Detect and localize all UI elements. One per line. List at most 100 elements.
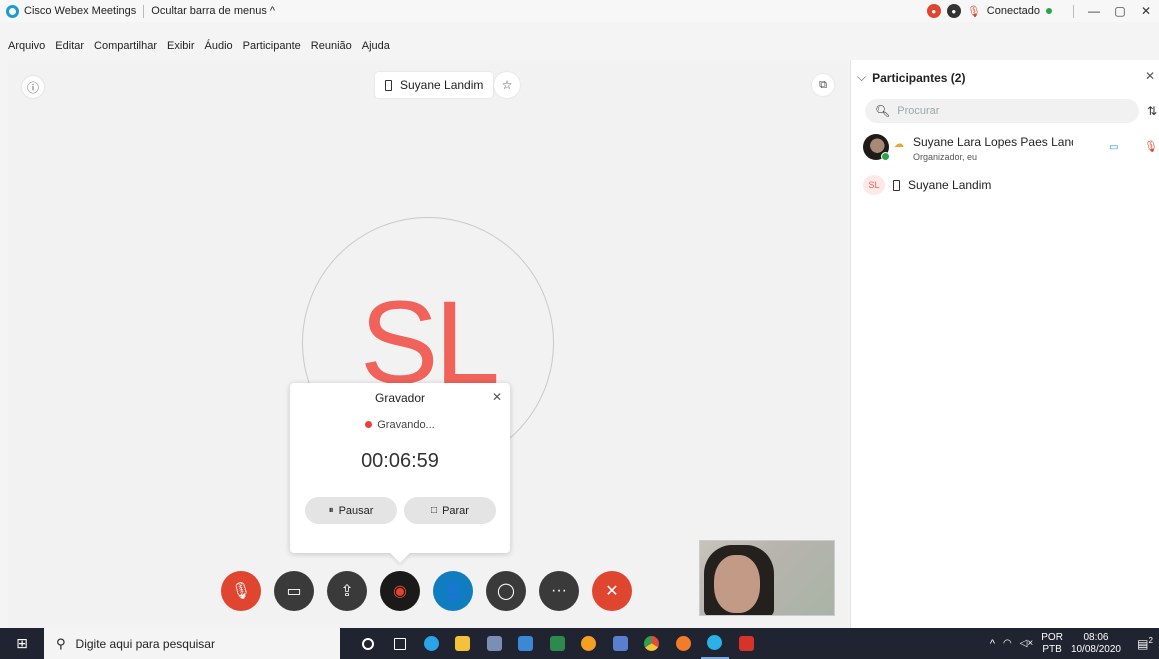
clock[interactable]: 08:06 10/08/2020: [1071, 632, 1121, 656]
participant-search-input[interactable]: 🔍︎ Procurar: [865, 99, 1139, 123]
hide-menu-bar-label: Ocultar barra de menus: [151, 5, 267, 17]
chat-button[interactable]: ◯: [486, 571, 526, 611]
close-window-button[interactable]: ✕: [1133, 4, 1159, 18]
notifications-button[interactable]: ▤2: [1131, 636, 1159, 651]
search-placeholder: Procurar: [897, 105, 940, 117]
hide-menu-bar-button[interactable]: Ocultar barra de menus ^: [151, 5, 275, 17]
chat-icon: ◯: [497, 583, 515, 600]
self-view-video[interactable]: [699, 540, 835, 616]
leave-meeting-button[interactable]: ✕: [592, 571, 632, 611]
pause-recording-button[interactable]: ⏸ Pausar: [305, 497, 397, 524]
edge-icon[interactable]: [417, 628, 445, 659]
share-button[interactable]: ⇪: [327, 571, 367, 611]
recording-status-label: Gravando...: [377, 419, 435, 431]
chrome-icon[interactable]: [638, 628, 666, 659]
participants-button[interactable]: 👤: [433, 571, 473, 611]
start-button[interactable]: ⊞: [0, 628, 44, 659]
cortana-icon[interactable]: [354, 628, 382, 659]
record-button[interactable]: ◉: [380, 571, 420, 611]
menu-arquivo[interactable]: Arquivo: [8, 40, 45, 52]
menu-compartilhar[interactable]: Compartilhar: [94, 40, 157, 52]
layout-button[interactable]: ⧉: [812, 74, 834, 96]
language-code: POR: [1041, 631, 1063, 643]
participant-row[interactable]: SL Suyane Landim: [863, 175, 991, 195]
meeting-controls: 🎙 ▭ ⇪ ◉ 👤 ◯ ··· ✕: [221, 571, 645, 611]
minimize-button[interactable]: —: [1081, 4, 1107, 18]
volume-muted-icon[interactable]: ◁×: [1020, 638, 1034, 649]
active-speaker-name: Suyane Landim: [400, 78, 484, 92]
firefox-icon[interactable]: [669, 628, 697, 659]
close-panel-button[interactable]: ✕: [1145, 69, 1155, 83]
language-indicator[interactable]: POR PTB: [1041, 632, 1063, 656]
menu-participante[interactable]: Participante: [243, 40, 301, 52]
app-icon[interactable]: [575, 628, 603, 659]
window-titlebar: Cisco Webex Meetings Ocultar barra de me…: [0, 0, 1159, 22]
tray-arrow-icon[interactable]: ^: [990, 638, 995, 650]
menu-reuniao[interactable]: Reunião: [311, 40, 352, 52]
participants-title: Participantes (2): [872, 70, 966, 85]
share-icon: ⇪: [340, 583, 354, 600]
search-icon: ⚲: [56, 635, 66, 651]
clock-time: 08:06: [1083, 631, 1109, 643]
recorder-title: Gravador: [374, 391, 426, 405]
info-icon: ⓘ: [26, 80, 39, 95]
word-icon[interactable]: [606, 628, 634, 659]
video-icon: ▭: [1109, 142, 1119, 153]
sort-icon[interactable]: ⇅: [1147, 104, 1157, 118]
taskbar-search-input[interactable]: ⚲ Digite aqui para pesquisar: [44, 628, 340, 659]
unmute-button[interactable]: 🎙: [221, 571, 261, 611]
self-view-face: [714, 555, 760, 613]
restore-button[interactable]: ▢: [1107, 4, 1133, 18]
app-title: Cisco Webex Meetings: [24, 5, 137, 17]
file-explorer-icon[interactable]: [449, 628, 477, 659]
app-icon[interactable]: [512, 628, 540, 659]
clock-date: 10/08/2020: [1070, 643, 1121, 655]
more-options-button[interactable]: ···: [539, 571, 579, 611]
keyboard-layout: PTB: [1042, 643, 1062, 655]
stop-icon: □: [431, 505, 438, 516]
recorder-popover: Gravador ✕ Gravando... 00:06:59 ⏸ Pausar…: [290, 383, 510, 563]
muted-mic-icon[interactable]: 🎙: [1144, 140, 1158, 153]
pin-speaker-button[interactable]: ☆: [494, 72, 520, 98]
notification-count: 2: [1148, 636, 1153, 645]
pin-icon: ☆: [501, 78, 513, 92]
more-icon: ···: [551, 582, 567, 599]
menu-editar[interactable]: Editar: [55, 40, 84, 52]
taskbar-apps: [354, 628, 764, 659]
windows-taskbar: ⊞ ⚲ Digite aqui para pesquisar ^ ◠ ◁× PO…: [0, 628, 1159, 659]
menu-ajuda[interactable]: Ajuda: [362, 40, 390, 52]
participant-row[interactable]: ☁ Suyane Lara Lopes Paes Landi... Organi…: [863, 132, 1159, 166]
close-icon: ✕: [605, 583, 619, 600]
menu-audio[interactable]: Áudio: [205, 40, 233, 52]
task-view-icon[interactable]: [386, 628, 414, 659]
participants-panel: ⌵ Participantes (2) ✕ 🔍︎ Procurar ⇅ ☁ Su…: [850, 60, 1159, 628]
start-video-button[interactable]: ▭: [274, 571, 314, 611]
excel-icon[interactable]: [543, 628, 571, 659]
host-icon: ☁: [894, 139, 904, 150]
titlebar-divider: [1073, 4, 1074, 18]
meeting-info-button[interactable]: ⓘ: [22, 76, 44, 98]
webex-icon[interactable]: [700, 628, 729, 659]
pause-icon: ⏸: [328, 505, 334, 516]
acrobat-icon[interactable]: [732, 628, 760, 659]
share-indicator-icon[interactable]: ●: [946, 4, 961, 18]
notification-icon: ▤: [1137, 637, 1149, 651]
muted-mic-icon[interactable]: 🎙: [967, 5, 981, 18]
chevron-down-icon: ⌵: [857, 70, 867, 84]
participant-name: Suyane Lara Lopes Paes Landi...: [913, 135, 1073, 149]
titlebar-divider: [143, 4, 145, 18]
record-icon: ◉: [393, 583, 407, 600]
chevron-up-icon: ^: [269, 5, 276, 17]
recording-indicator-icon[interactable]: ●: [926, 4, 941, 18]
active-speaker-label[interactable]: Suyane Landim: [375, 72, 494, 98]
participants-header[interactable]: ⌵ Participantes (2): [857, 70, 965, 85]
menu-exibir[interactable]: Exibir: [167, 40, 195, 52]
titlebar-right: ● ● 🎙 Conectado — ▢ ✕: [926, 0, 1159, 22]
connection-status-label: Conectado: [986, 5, 1040, 17]
recorder-close-button[interactable]: ✕: [492, 390, 502, 404]
wifi-icon[interactable]: ◠: [1003, 638, 1012, 649]
stop-recording-button[interactable]: □ Parar: [404, 497, 496, 524]
paint-icon[interactable]: [480, 628, 508, 659]
taskbar-search-placeholder: Digite aqui para pesquisar: [75, 636, 215, 651]
system-tray: ^ ◠ ◁× POR PTB 08:06 10/08/2020 ▤2: [990, 628, 1159, 659]
